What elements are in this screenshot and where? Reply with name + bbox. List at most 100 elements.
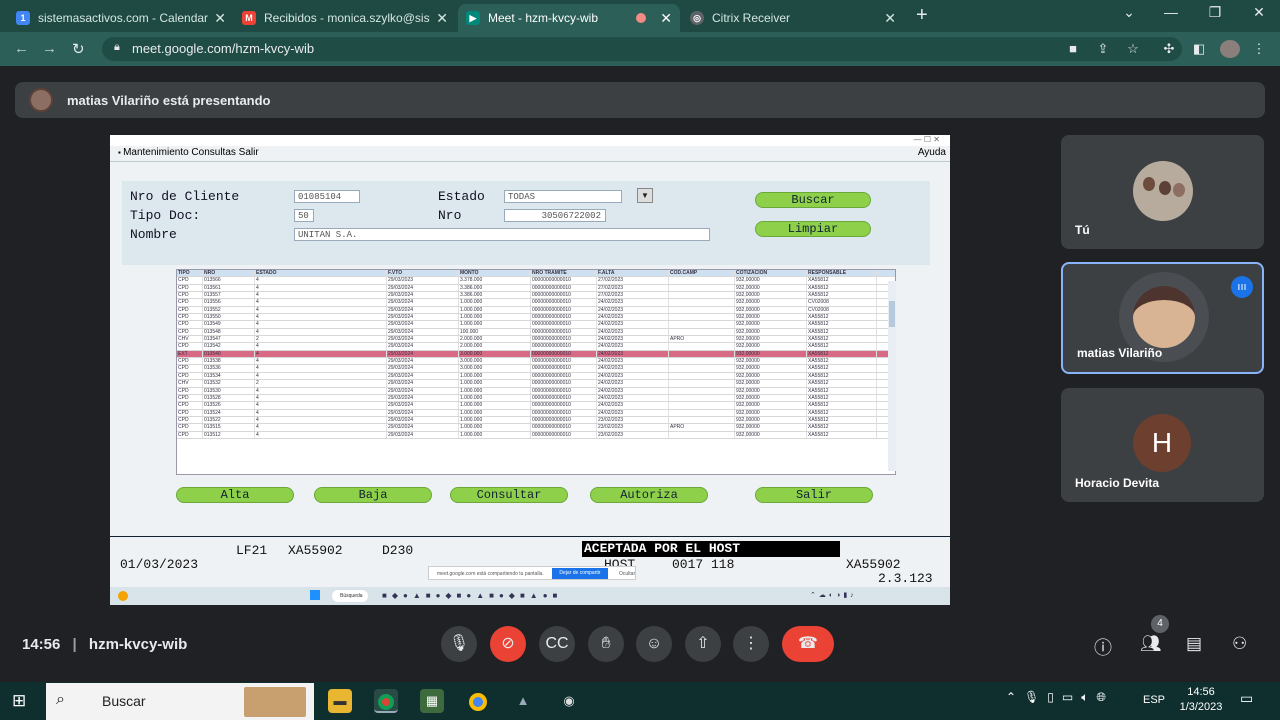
table-row[interactable]: CPD 013548 4 29/03/2024 100.000 0000000000001… — [177, 328, 895, 337]
table-row[interactable]: CPD 013556 4 29/03/2024 1.000.000 00000000000… — [177, 299, 895, 307]
camera-icon[interactable]: ■ — [1064, 41, 1082, 57]
tab-meet[interactable]: ▶ Meet - hzm-kvcy-wib ✕ — [458, 4, 680, 32]
activities-icon[interactable]: ⚇ — [1232, 634, 1247, 654]
maximize-button[interactable]: ❐ — [1200, 4, 1230, 26]
table-row[interactable]: CHV 013532 2 29/03/2024 1.000.000 00000000000… — [177, 380, 895, 388]
meeting-details-icon[interactable]: ⓘ — [1094, 634, 1112, 660]
back-button[interactable]: ← — [14, 40, 29, 57]
remote-desktop-icon[interactable]: ▲ — [511, 689, 535, 713]
window-close-button[interactable]: ✕ — [1244, 4, 1274, 26]
microphone-button[interactable]: 🎙︎ — [441, 626, 477, 662]
authorize-button[interactable]: Autoriza — [590, 487, 708, 503]
table-row[interactable]: CPD 013522 4 29/03/2024 1.000.000 00000000000… — [177, 416, 895, 425]
close-icon[interactable]: ✕ — [436, 10, 448, 27]
table-row[interactable]: EXT 013540 4 29/03/2024 3.000.000 00000000000… — [177, 350, 895, 359]
table-row[interactable]: CPD 013512 4 29/03/2024 1.000.000 00000000000… — [177, 431, 895, 439]
remote-pinned-apps[interactable]: ■◆●▲■●◆■●▲■●◆■▲●■ — [382, 591, 562, 600]
table-row[interactable]: CPD 013561 4 29/03/2024 3.386.000 00000000000… — [177, 284, 895, 293]
nro-field[interactable]: 30506722002 — [504, 209, 606, 222]
camera-off-button[interactable]: ⊘ — [490, 626, 526, 662]
name-field[interactable]: UNITAN S.A. — [294, 228, 710, 241]
tab-citrix[interactable]: ◎ Citrix Receiver ✕ — [682, 4, 904, 32]
doc-type-field[interactable]: 50 — [294, 209, 314, 222]
client-number-field[interactable]: 01085104 — [294, 190, 360, 203]
url-bar[interactable]: 🔒︎ meet.google.com/hzm-kvcy-wib — [102, 37, 1182, 61]
reactions-button[interactable]: ☺ — [636, 626, 672, 662]
side-panel-icon[interactable]: ◧ — [1190, 41, 1208, 57]
table-row[interactable]: CPD 013552 4 29/03/2024 1.000.000 00000000000… — [177, 306, 895, 315]
app-window-controls[interactable]: — ☐ ✕ — [914, 135, 940, 144]
end-call-button[interactable]: ☎︎ — [782, 626, 834, 662]
table-row[interactable]: CPD 013542 4 29/03/2024 2.000.000 00000000000… — [177, 343, 895, 351]
remote-search-box[interactable]: Búsqueda — [332, 590, 368, 602]
extensions-icon[interactable]: ✣ — [1160, 41, 1178, 57]
table-row[interactable]: CPD 013528 4 29/03/2024 1.000.000 00000000000… — [177, 394, 895, 403]
profile-avatar[interactable] — [1220, 40, 1240, 58]
close-icon[interactable]: ✕ — [214, 10, 226, 27]
captions-button[interactable]: CC — [539, 626, 575, 662]
system-tray-icons[interactable]: ⌃🎙︎▯▭🔈︎🌐︎ — [1006, 690, 1114, 705]
participant-tile-horacio[interactable]: H Horacio Devita — [1061, 388, 1264, 502]
grid-scrollbar[interactable] — [888, 281, 896, 471]
more-options-button[interactable]: ⋮ — [733, 626, 769, 662]
people-icon[interactable]: 👥︎ — [1140, 634, 1162, 654]
chat-icon[interactable]: ▤ — [1186, 634, 1202, 654]
bookmark-star-icon[interactable]: ☆ — [1124, 41, 1142, 57]
results-grid[interactable]: TIPO NRO ESTADO F.VTO MONTO NRO TRAMITE F.ALTA… — [176, 269, 896, 475]
menu-kebab-icon[interactable]: ⋮ — [1250, 41, 1268, 57]
delete-button[interactable]: Baja — [314, 487, 432, 503]
search-button[interactable]: Buscar — [755, 192, 871, 208]
table-row[interactable]: CHV 013547 2 29/03/2024 2.000.000 00000000000… — [177, 336, 895, 344]
table-row[interactable]: CPD 013550 4 29/03/2024 1.000.000 00000000000… — [177, 314, 895, 322]
file-explorer-icon[interactable]: ▬ — [328, 689, 352, 713]
weather-icon[interactable] — [118, 591, 128, 601]
table-row[interactable]: CPD 013557 4 29/03/2024 3.386.000 00000000000… — [177, 292, 895, 300]
table-row[interactable]: CPD 013534 4 29/03/2024 1.000.000 00000000000… — [177, 372, 895, 381]
participant-tile-presenter[interactable]: ııı matias Vilariño — [1061, 262, 1264, 374]
scroll-thumb[interactable] — [889, 301, 895, 327]
tab-gmail[interactable]: M Recibidos - monica.szylko@sister ✕ — [234, 4, 456, 32]
language-indicator[interactable]: ESP — [1143, 694, 1165, 706]
table-row[interactable]: CPD 013538 4 29/03/2024 3.000.000 00000000000… — [177, 358, 895, 366]
hide-notice-button[interactable]: Ocultar — [619, 571, 635, 577]
taskbar-clock[interactable]: 14:56 1/3/2023 — [1176, 686, 1226, 713]
raise-hand-button[interactable]: ✋︎ — [588, 626, 624, 662]
tab-search-button[interactable]: ⌄ — [1114, 4, 1144, 26]
chrome-profile-icon[interactable] — [466, 689, 490, 713]
new-tab-button[interactable]: + — [916, 4, 928, 27]
table-row[interactable]: CPD 013536 4 29/03/2024 3.000.000 00000000000… — [177, 365, 895, 373]
recorder-icon[interactable]: ◉ — [557, 689, 581, 713]
calculator-icon[interactable]: ▦ — [420, 689, 444, 713]
app-menu-items[interactable]: Mantenimiento Consultas Salir — [123, 147, 259, 158]
share-icon[interactable]: ⇪ — [1094, 41, 1112, 57]
table-row[interactable]: CPD 013526 4 29/03/2024 1.000.000 00000000000… — [177, 402, 895, 410]
stop-sharing-button[interactable]: Dejar de compartir — [552, 568, 608, 579]
dropdown-arrow-icon[interactable]: ▼ — [637, 188, 653, 203]
table-cell: 00000000000010 — [531, 299, 597, 306]
close-icon[interactable]: ✕ — [660, 10, 672, 27]
table-row[interactable]: CPD 013566 4 29/03/2023 3.378.000 00000000000… — [177, 277, 895, 285]
notifications-icon[interactable]: ▭ — [1240, 690, 1253, 707]
table-row[interactable]: CPD 013515 4 29/03/2024 1.000.000 00000000000… — [177, 424, 895, 432]
minimize-button[interactable]: — — [1156, 4, 1186, 26]
exit-button[interactable]: Salir — [755, 487, 873, 503]
table-row[interactable]: CPD 013530 4 29/03/2024 1.000.000 00000000000… — [177, 387, 895, 395]
taskbar-search-box[interactable]: ⌕ Buscar — [46, 683, 314, 720]
windows-start-icon[interactable] — [310, 590, 320, 600]
reload-button[interactable]: ↻ — [72, 40, 85, 58]
add-button[interactable]: Alta — [176, 487, 294, 503]
table-row[interactable]: CPD 013549 4 29/03/2024 1.000.000 00000000000… — [177, 321, 895, 329]
close-icon[interactable]: ✕ — [884, 10, 896, 27]
state-select[interactable]: TODAS — [504, 190, 622, 203]
table-row[interactable]: CPD 013524 4 29/03/2024 1.000.000 00000000000… — [177, 409, 895, 417]
table-cell: 2 — [255, 380, 387, 387]
query-button[interactable]: Consultar — [450, 487, 568, 503]
chrome-active-icon[interactable] — [374, 689, 398, 713]
participant-tile-self[interactable]: Tú — [1061, 135, 1264, 249]
windows-start-icon[interactable]: ⊞ — [12, 692, 30, 710]
clear-button[interactable]: Limpiar — [755, 221, 871, 237]
present-button[interactable]: ⇧ — [685, 626, 721, 662]
tab-calendar[interactable]: 1 sistemasactivos.com - Calendar - ✕ — [8, 4, 234, 32]
menu-help[interactable]: Ayuda — [918, 147, 946, 158]
forward-button[interactable]: → — [42, 40, 57, 57]
